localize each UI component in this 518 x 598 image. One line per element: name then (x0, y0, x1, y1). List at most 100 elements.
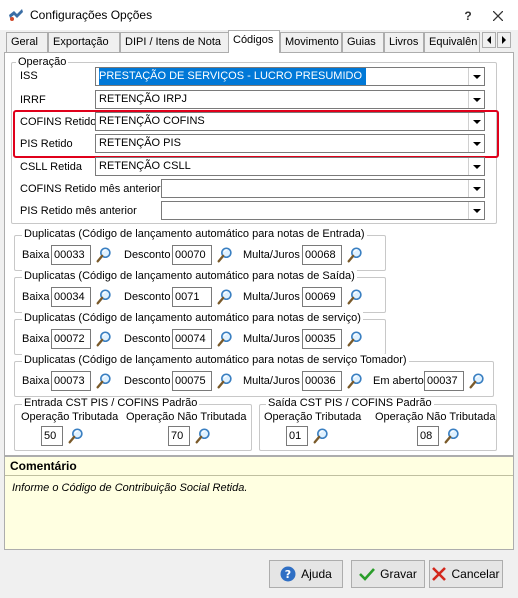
csll-retida-value: RETENÇÃO CSLL (99, 160, 191, 172)
tab-livros[interactable]: Livros (384, 32, 424, 52)
cofins-mes-anterior-label: COFINS Retido mês anterior (20, 183, 161, 195)
desconto-tomador-field[interactable]: 00075 (172, 371, 212, 391)
help-button[interactable]: ? Ajuda (269, 560, 343, 588)
multa-servico-field[interactable]: 00035 (302, 329, 342, 349)
search-icon (194, 427, 212, 445)
duplicatas-tomador-legend: Duplicatas (Código de lançamento automát… (22, 354, 409, 366)
search-button[interactable] (311, 426, 331, 446)
baixa-entrada-field[interactable]: 00033 (51, 245, 91, 265)
help-button-label: Ajuda (301, 567, 332, 581)
save-button[interactable]: Gravar (351, 560, 425, 588)
baixa-tomador-field[interactable]: 00073 (51, 371, 91, 391)
em-aberto-field[interactable]: 00037 (424, 371, 464, 391)
search-button[interactable] (345, 245, 365, 265)
search-button[interactable] (345, 329, 365, 349)
multa-juros-label: Multa/Juros (243, 249, 300, 261)
csll-retida-combo[interactable]: RETENÇÃO CSLL (95, 157, 485, 176)
search-button[interactable] (193, 426, 213, 446)
saida-nao-tributada-field[interactable]: 08 (417, 426, 439, 446)
irrf-combo[interactable]: RETENÇÃO IRPJ (95, 90, 485, 109)
search-button[interactable] (345, 287, 365, 307)
search-icon (216, 330, 234, 348)
search-button[interactable] (66, 426, 86, 446)
cofins-mes-anterior-combo[interactable] (161, 179, 485, 198)
tab-codigos[interactable]: Códigos (228, 30, 280, 53)
desconto-label: Desconto (124, 375, 171, 387)
pis-mes-anterior-combo[interactable] (161, 201, 485, 220)
search-button[interactable] (215, 287, 235, 307)
multa-entrada-field[interactable]: 00068 (302, 245, 342, 265)
duplicatas-saida-legend: Duplicatas (Código de lançamento automát… (22, 270, 357, 282)
iss-value: PRESTAÇÃO DE SERVIÇOS - LUCRO PRESUMIDO (99, 68, 367, 85)
desconto-servico-field[interactable]: 00074 (172, 329, 212, 349)
desconto-label: Desconto (124, 333, 171, 345)
tab-dipi[interactable]: DIPI / Itens de Nota (120, 32, 230, 52)
multa-tomador-field[interactable]: 00036 (302, 371, 342, 391)
tab-geral[interactable]: Geral (6, 32, 48, 52)
search-icon (346, 246, 364, 264)
iss-combo[interactable]: PRESTAÇÃO DE SERVIÇOS - LUCRO PRESUMIDO (95, 67, 485, 86)
chevron-down-icon[interactable] (468, 91, 484, 108)
em-aberto-label: Em aberto (373, 375, 424, 387)
iss-label: ISS (20, 70, 38, 82)
search-icon (95, 288, 113, 306)
baixa-servico-field[interactable]: 00072 (51, 329, 91, 349)
search-button[interactable] (94, 371, 114, 391)
operacao-nao-tributada-label: Operação Não Tributada (375, 411, 496, 423)
search-button[interactable] (467, 371, 487, 391)
search-button[interactable] (345, 371, 365, 391)
baixa-saida-field[interactable]: 00034 (51, 287, 91, 307)
tab-guias[interactable]: Guias (342, 32, 384, 52)
desconto-saida-field[interactable]: 0071 (172, 287, 212, 307)
saida-tributada-field[interactable]: 01 (286, 426, 308, 446)
baixa-label: Baixa (22, 375, 50, 387)
baixa-label: Baixa (22, 291, 50, 303)
search-button[interactable] (442, 426, 462, 446)
tab-scroll-left[interactable] (482, 32, 496, 48)
irrf-value: RETENÇÃO IRPJ (99, 93, 188, 105)
search-icon (312, 427, 330, 445)
search-button[interactable] (215, 245, 235, 265)
search-icon (95, 246, 113, 264)
help-title-button[interactable]: ? (457, 8, 479, 24)
close-button[interactable] (487, 8, 509, 24)
desconto-entrada-field[interactable]: 00070 (172, 245, 212, 265)
search-icon (346, 288, 364, 306)
comment-text: Informe o Código de Contribuição Social … (12, 482, 248, 494)
tab-equivalencias[interactable]: Equivalên (424, 32, 480, 52)
search-icon (346, 372, 364, 390)
close-icon (493, 11, 503, 21)
arrow-left-icon (487, 36, 491, 44)
comment-title: Comentário (10, 459, 77, 473)
multa-juros-label: Multa/Juros (243, 333, 300, 345)
pis-retido-combo[interactable]: RETENÇÃO PIS (95, 134, 485, 153)
desconto-label: Desconto (124, 249, 171, 261)
tab-scroll-right[interactable] (497, 32, 511, 48)
entrada-tributada-field[interactable]: 50 (41, 426, 63, 446)
operacao-tributada-label: Operação Tributada (21, 411, 119, 423)
chevron-down-icon[interactable] (468, 180, 484, 197)
chevron-down-icon[interactable] (468, 113, 484, 130)
cancel-button[interactable]: Cancelar (429, 560, 503, 588)
chevron-down-icon[interactable] (468, 202, 484, 219)
tab-exportacao[interactable]: Exportação (48, 32, 120, 52)
search-icon (443, 427, 461, 445)
search-button[interactable] (94, 287, 114, 307)
save-button-label: Gravar (380, 567, 417, 581)
pis-mes-anterior-label: PIS Retido mês anterior (20, 205, 137, 217)
multa-juros-label: Multa/Juros (243, 291, 300, 303)
search-button[interactable] (94, 329, 114, 349)
search-button[interactable] (215, 329, 235, 349)
chevron-down-icon[interactable] (468, 135, 484, 152)
irrf-label: IRRF (20, 94, 46, 106)
tab-movimento[interactable]: Movimento (280, 32, 342, 52)
search-button[interactable] (215, 371, 235, 391)
chevron-down-icon[interactable] (468, 68, 484, 85)
operacao-nao-tributada-label: Operação Não Tributada (126, 411, 247, 423)
entrada-nao-tributada-field[interactable]: 70 (168, 426, 190, 446)
chevron-down-icon[interactable] (468, 158, 484, 175)
pis-retido-value: RETENÇÃO PIS (99, 137, 181, 149)
multa-saida-field[interactable]: 00069 (302, 287, 342, 307)
search-button[interactable] (94, 245, 114, 265)
cofins-retido-combo[interactable]: RETENÇÃO COFINS (95, 112, 485, 131)
